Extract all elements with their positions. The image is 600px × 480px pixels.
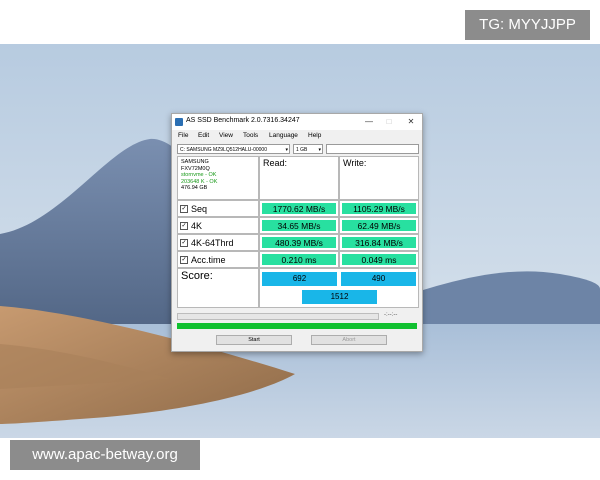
drive-select[interactable]: C: SAMSUNG MZ9LQ512HALU-00000 ▾ (177, 144, 290, 154)
size-select[interactable]: 1 GB ▾ (293, 144, 323, 154)
device-info: SAMSUNG FXV72M0Q stornvme - OK 203648 K … (177, 156, 259, 200)
write-header: Write: (339, 156, 419, 200)
test-seq-label[interactable]: ✓ Seq (177, 200, 259, 217)
chevron-down-icon: ▾ (318, 147, 321, 153)
menu-tools[interactable]: Tools (243, 132, 258, 139)
watermark-bottom: www.apac-betway.org (10, 440, 200, 470)
seq-read-value: 1770.62 MB/s (262, 203, 336, 214)
title-bar[interactable]: AS SSD Benchmark 2.0.7316.34247 — □ ✕ (172, 114, 422, 130)
start-button[interactable]: Start (216, 335, 292, 345)
acctime-write-cell: 0.049 ms (339, 251, 419, 268)
maximize-button[interactable]: □ (382, 116, 396, 128)
test-4k-label[interactable]: ✓ 4K (177, 217, 259, 234)
4k64-write-value: 316.84 MB/s (342, 237, 416, 248)
menu-file[interactable]: File (178, 132, 188, 139)
score-read: 692 (262, 272, 337, 286)
seq-write-value: 1105.29 MB/s (342, 203, 416, 214)
size-select-value: 1 GB (296, 147, 308, 153)
score-label: Score: (177, 268, 259, 308)
results-panel: SAMSUNG FXV72M0Q stornvme - OK 203648 K … (177, 156, 419, 276)
test-4k64-label[interactable]: ✓ 4K-64Thrd (177, 234, 259, 251)
4k-write-value: 62.49 MB/s (342, 220, 416, 231)
info-field[interactable] (326, 144, 419, 154)
seq-write-cell: 1105.29 MB/s (339, 200, 419, 217)
4k-write-cell: 62.49 MB/s (339, 217, 419, 234)
progress-bar (177, 313, 379, 320)
4k64-write-cell: 316.84 MB/s (339, 234, 419, 251)
4k64-read-cell: 480.39 MB/s (259, 234, 339, 251)
as-ssd-window: AS SSD Benchmark 2.0.7316.34247 — □ ✕ Fi… (171, 113, 423, 352)
score-write: 490 (341, 272, 416, 286)
abort-button[interactable]: Abort (311, 335, 387, 345)
score-total: 1512 (302, 290, 377, 304)
status-bar (177, 323, 417, 329)
acctime-write-value: 0.049 ms (342, 254, 416, 265)
drive-select-value: C: SAMSUNG MZ9LQ512HALU-00000 (180, 147, 267, 153)
menu-edit[interactable]: Edit (198, 132, 209, 139)
menu-view[interactable]: View (219, 132, 233, 139)
4k64-read-value: 480.39 MB/s (262, 237, 336, 248)
menu-help[interactable]: Help (308, 132, 321, 139)
menu-bar: File Edit View Tools Language Help (172, 131, 422, 143)
acctime-read-value: 0.210 ms (262, 254, 336, 265)
checkbox-checked-icon[interactable]: ✓ (180, 204, 188, 213)
acctime-read-cell: 0.210 ms (259, 251, 339, 268)
menu-language[interactable]: Language (269, 132, 298, 139)
checkbox-checked-icon[interactable]: ✓ (180, 221, 188, 230)
elapsed-time: -:--:-- (384, 312, 398, 318)
app-icon (175, 118, 183, 126)
seq-read-cell: 1770.62 MB/s (259, 200, 339, 217)
close-button[interactable]: ✕ (404, 116, 418, 128)
watermark-top: TG: MYYJJPP (465, 10, 590, 40)
minimize-button[interactable]: — (362, 116, 376, 128)
test-acctime-label[interactable]: ✓ Acc.time (177, 251, 259, 268)
checkbox-checked-icon[interactable]: ✓ (180, 255, 188, 264)
checkbox-checked-icon[interactable]: ✓ (180, 238, 188, 247)
window-title: AS SSD Benchmark 2.0.7316.34247 (186, 117, 300, 124)
chevron-down-icon: ▾ (285, 147, 288, 153)
4k-read-value: 34.65 MB/s (262, 220, 336, 231)
4k-read-cell: 34.65 MB/s (259, 217, 339, 234)
device-capacity: 476.94 GB (181, 185, 208, 191)
read-header: Read: (259, 156, 339, 200)
